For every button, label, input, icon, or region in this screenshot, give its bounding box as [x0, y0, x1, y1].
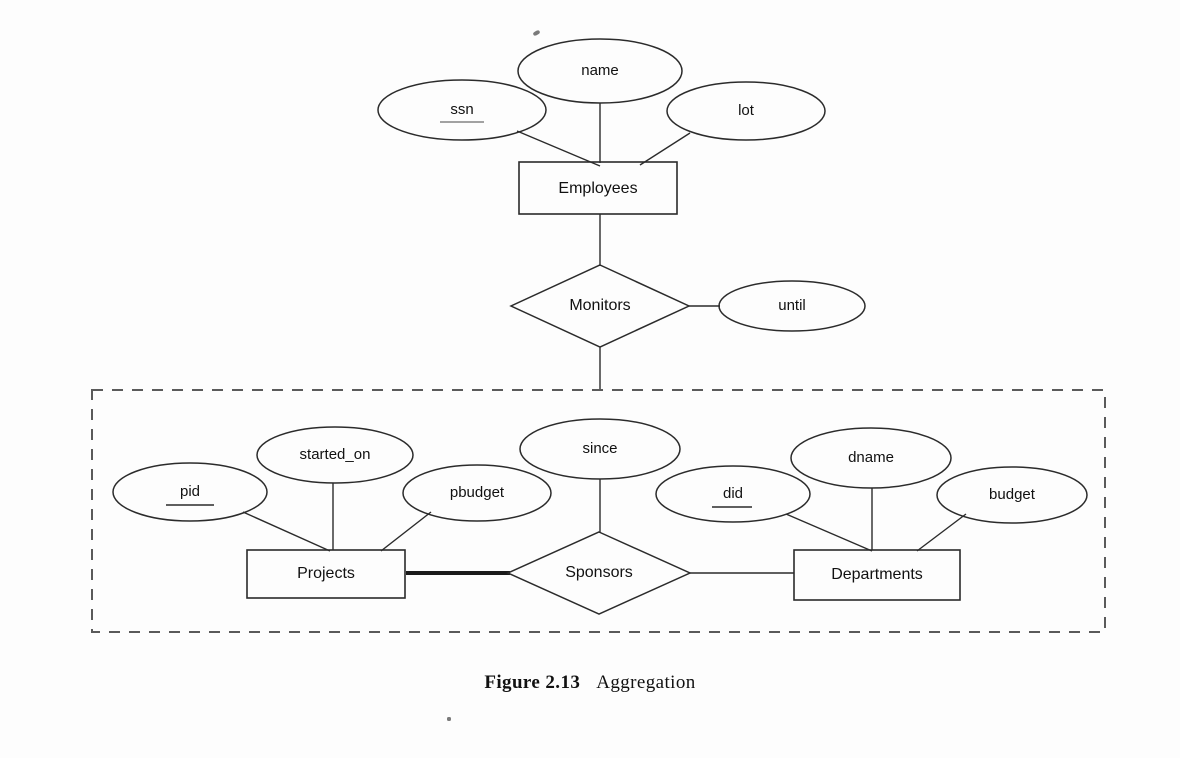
attribute-pbudget[interactable]: pbudget: [402, 464, 552, 522]
attribute-dname[interactable]: dname: [790, 427, 952, 489]
attribute-label-budget: budget: [989, 486, 1036, 503]
edge-did-departments: [785, 513, 873, 552]
edge-lot-employees: [639, 132, 691, 166]
figure-title: Aggregation: [596, 672, 696, 693]
entity-projects[interactable]: Projects: [246, 549, 406, 599]
attribute-label-pbudget: pbudget: [450, 484, 505, 501]
attribute-label-pid: pid: [180, 483, 200, 500]
figure-number: Figure 2.13: [484, 672, 581, 693]
entity-label-departments: Departments: [831, 566, 923, 583]
attribute-lot[interactable]: lot: [666, 81, 826, 141]
scan-artifact-bottom: [447, 717, 451, 721]
entity-employees[interactable]: Employees: [518, 161, 678, 215]
edge-pid-projects: [242, 511, 331, 552]
attribute-label-did: did: [723, 485, 743, 502]
er-diagram-canvas: ssn name lot until pid started_on pbudge…: [91, 38, 1106, 633]
figure-page: ssn name lot until pid started_on pbudge…: [0, 0, 1180, 758]
attribute-label-since: since: [582, 440, 617, 457]
attribute-did[interactable]: did: [655, 465, 811, 523]
entity-label-projects: Projects: [297, 565, 355, 582]
attribute-since[interactable]: since: [519, 418, 681, 480]
relationship-sponsors[interactable]: Sponsors: [506, 531, 692, 615]
entity-departments[interactable]: Departments: [793, 549, 961, 601]
attribute-budget[interactable]: budget: [936, 466, 1088, 524]
aggregation-box: [91, 389, 1106, 633]
attribute-label-lot: lot: [738, 102, 755, 119]
attribute-ssn[interactable]: ssn: [377, 79, 547, 141]
attribute-label-name: name: [581, 62, 619, 79]
edge-ssn-employees: [516, 130, 601, 167]
edge-pbudget-projects: [380, 511, 432, 552]
attribute-label-until: until: [778, 297, 806, 314]
attribute-label-started-on: started_on: [300, 446, 371, 463]
attribute-name[interactable]: name: [517, 38, 683, 104]
relationship-label-sponsors: Sponsors: [565, 564, 633, 581]
figure-caption: Figure 2.13 Aggregation: [0, 672, 1180, 694]
relationship-monitors[interactable]: Monitors: [509, 264, 691, 348]
attribute-label-dname: dname: [848, 449, 894, 466]
attribute-until[interactable]: until: [718, 280, 866, 332]
relationship-label-monitors: Monitors: [569, 297, 630, 314]
entity-label-employees: Employees: [558, 180, 637, 197]
edge-layer: [242, 103, 967, 574]
attribute-started-on[interactable]: started_on: [256, 426, 414, 484]
attribute-pid[interactable]: pid: [112, 462, 268, 522]
edge-budget-departments: [916, 513, 967, 552]
attribute-label-ssn: ssn: [450, 101, 473, 118]
